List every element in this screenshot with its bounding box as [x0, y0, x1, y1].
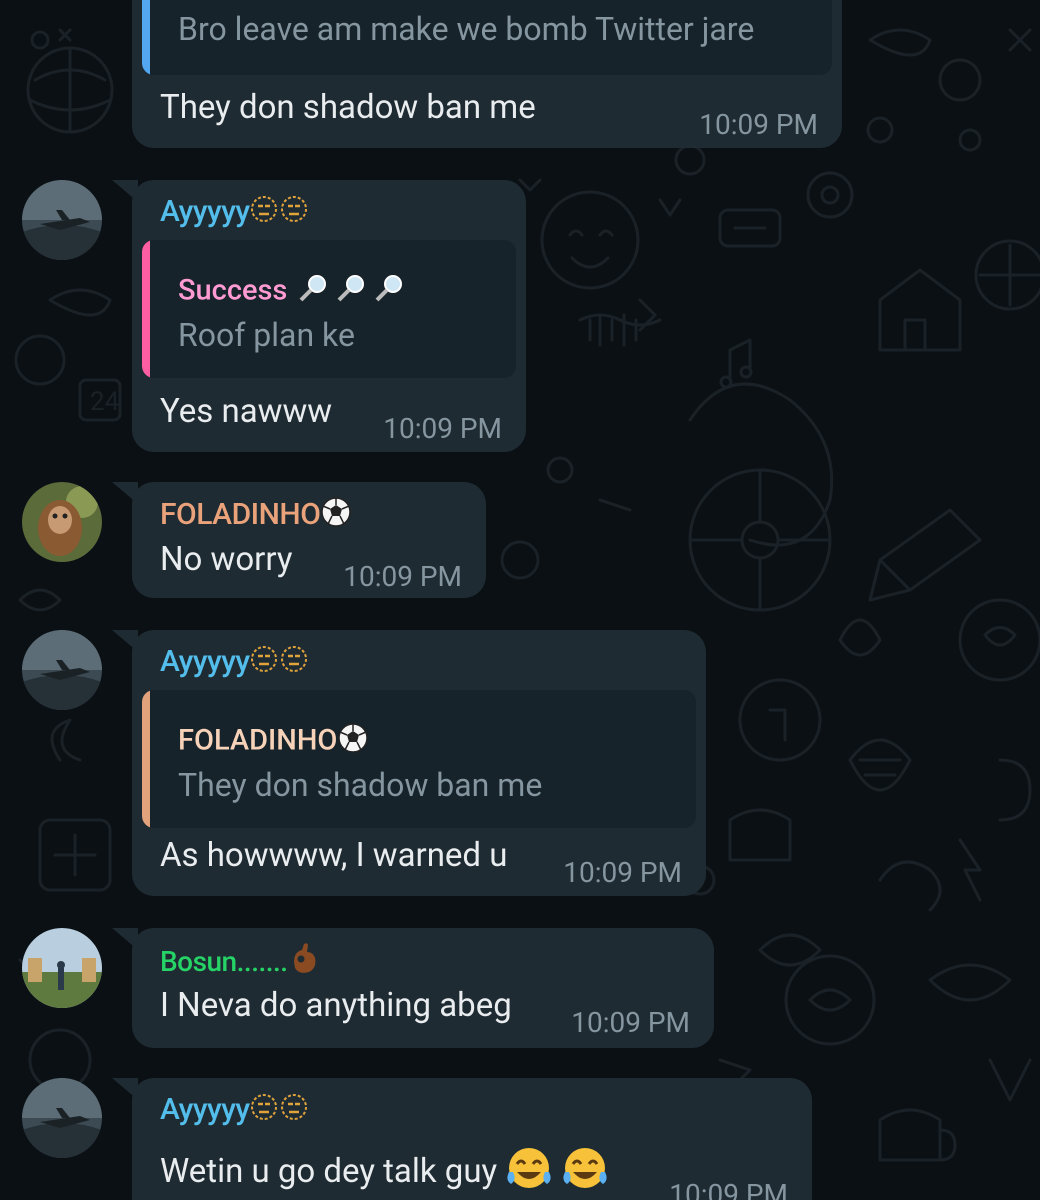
message-text: Wetin u go dey talk guy — [160, 1152, 498, 1192]
message-bubble-3[interactable]: FOLADINHO No worry 10:09 PM — [112, 482, 486, 598]
ok-hand-emoji — [288, 942, 320, 984]
avatar-ayyyyy[interactable] — [22, 630, 102, 710]
message-bubble-4[interactable]: Ayyyyy FOLADINHO They don shadow ban me … — [112, 630, 706, 896]
chat-background: 24 Bro leave am make we bomb Twitter jar… — [0, 0, 1040, 1200]
expressionless-face-emoji — [250, 1092, 310, 1130]
quote-bar — [142, 0, 150, 75]
message-time: 10:09 PM — [669, 1178, 788, 1200]
quoted-text: They don shadow ban me — [178, 766, 543, 804]
avatar-ayyyyy[interactable] — [22, 180, 102, 260]
message-time: 10:09 PM — [563, 856, 682, 889]
quoted-message-2[interactable]: Success Roof plan ke — [142, 240, 516, 378]
quote-bar — [142, 240, 150, 378]
message-bubble-2[interactable]: Ayyyyy Success Roof plan ke Yes nawww 10… — [112, 180, 526, 452]
svg-text:24: 24 — [90, 387, 120, 417]
quoted-text: Roof plan ke — [178, 316, 355, 354]
quoted-message-1[interactable]: Bro leave am make we bomb Twitter jare — [142, 0, 832, 75]
message-text: As howwww, I warned u — [160, 836, 508, 875]
message-time: 10:09 PM — [571, 1006, 690, 1039]
quoted-sender: FOLADINHO — [178, 723, 338, 758]
sender-name: Ayyyyy — [160, 644, 250, 679]
expressionless-face-emoji — [250, 194, 310, 232]
message-bubble-1[interactable]: Bro leave am make we bomb Twitter jare T… — [132, 0, 842, 148]
message-text: They don shadow ban me — [160, 88, 536, 127]
avatar-foladinho[interactable] — [22, 482, 102, 562]
quoted-sender: Success — [178, 273, 288, 308]
quoted-text: Bro leave am make we bomb Twitter jare — [178, 10, 755, 48]
soccer-ball-emoji — [320, 496, 352, 536]
tears-of-joy-emoji — [505, 1146, 609, 1200]
magnifying-glass-emoji — [295, 272, 407, 312]
quote-bar — [142, 690, 150, 828]
sender-name: Ayyyyy — [160, 194, 250, 229]
sender-name: FOLADINHO — [160, 496, 321, 532]
sender-name: Ayyyyy — [160, 1092, 250, 1127]
message-bubble-6[interactable]: Ayyyyy Wetin u go dey talk guy 10:09 PM — [112, 1078, 812, 1200]
message-text: Yes nawww — [160, 392, 333, 431]
sender-name: Bosun....... — [160, 944, 288, 978]
soccer-ball-emoji — [337, 722, 369, 762]
avatar-ayyyyy[interactable] — [22, 1078, 102, 1158]
quoted-message-4[interactable]: FOLADINHO They don shadow ban me — [142, 690, 696, 828]
message-text: I Neva do anything abeg — [160, 986, 512, 1025]
avatar-bosun[interactable] — [22, 928, 102, 1008]
message-time: 10:09 PM — [699, 108, 818, 141]
message-text: No worry — [160, 540, 293, 579]
message-time: 10:09 PM — [383, 412, 502, 445]
expressionless-face-emoji — [250, 644, 310, 682]
message-bubble-5[interactable]: Bosun....... I Neva do anything abeg 10:… — [112, 928, 714, 1048]
message-time: 10:09 PM — [343, 560, 462, 593]
